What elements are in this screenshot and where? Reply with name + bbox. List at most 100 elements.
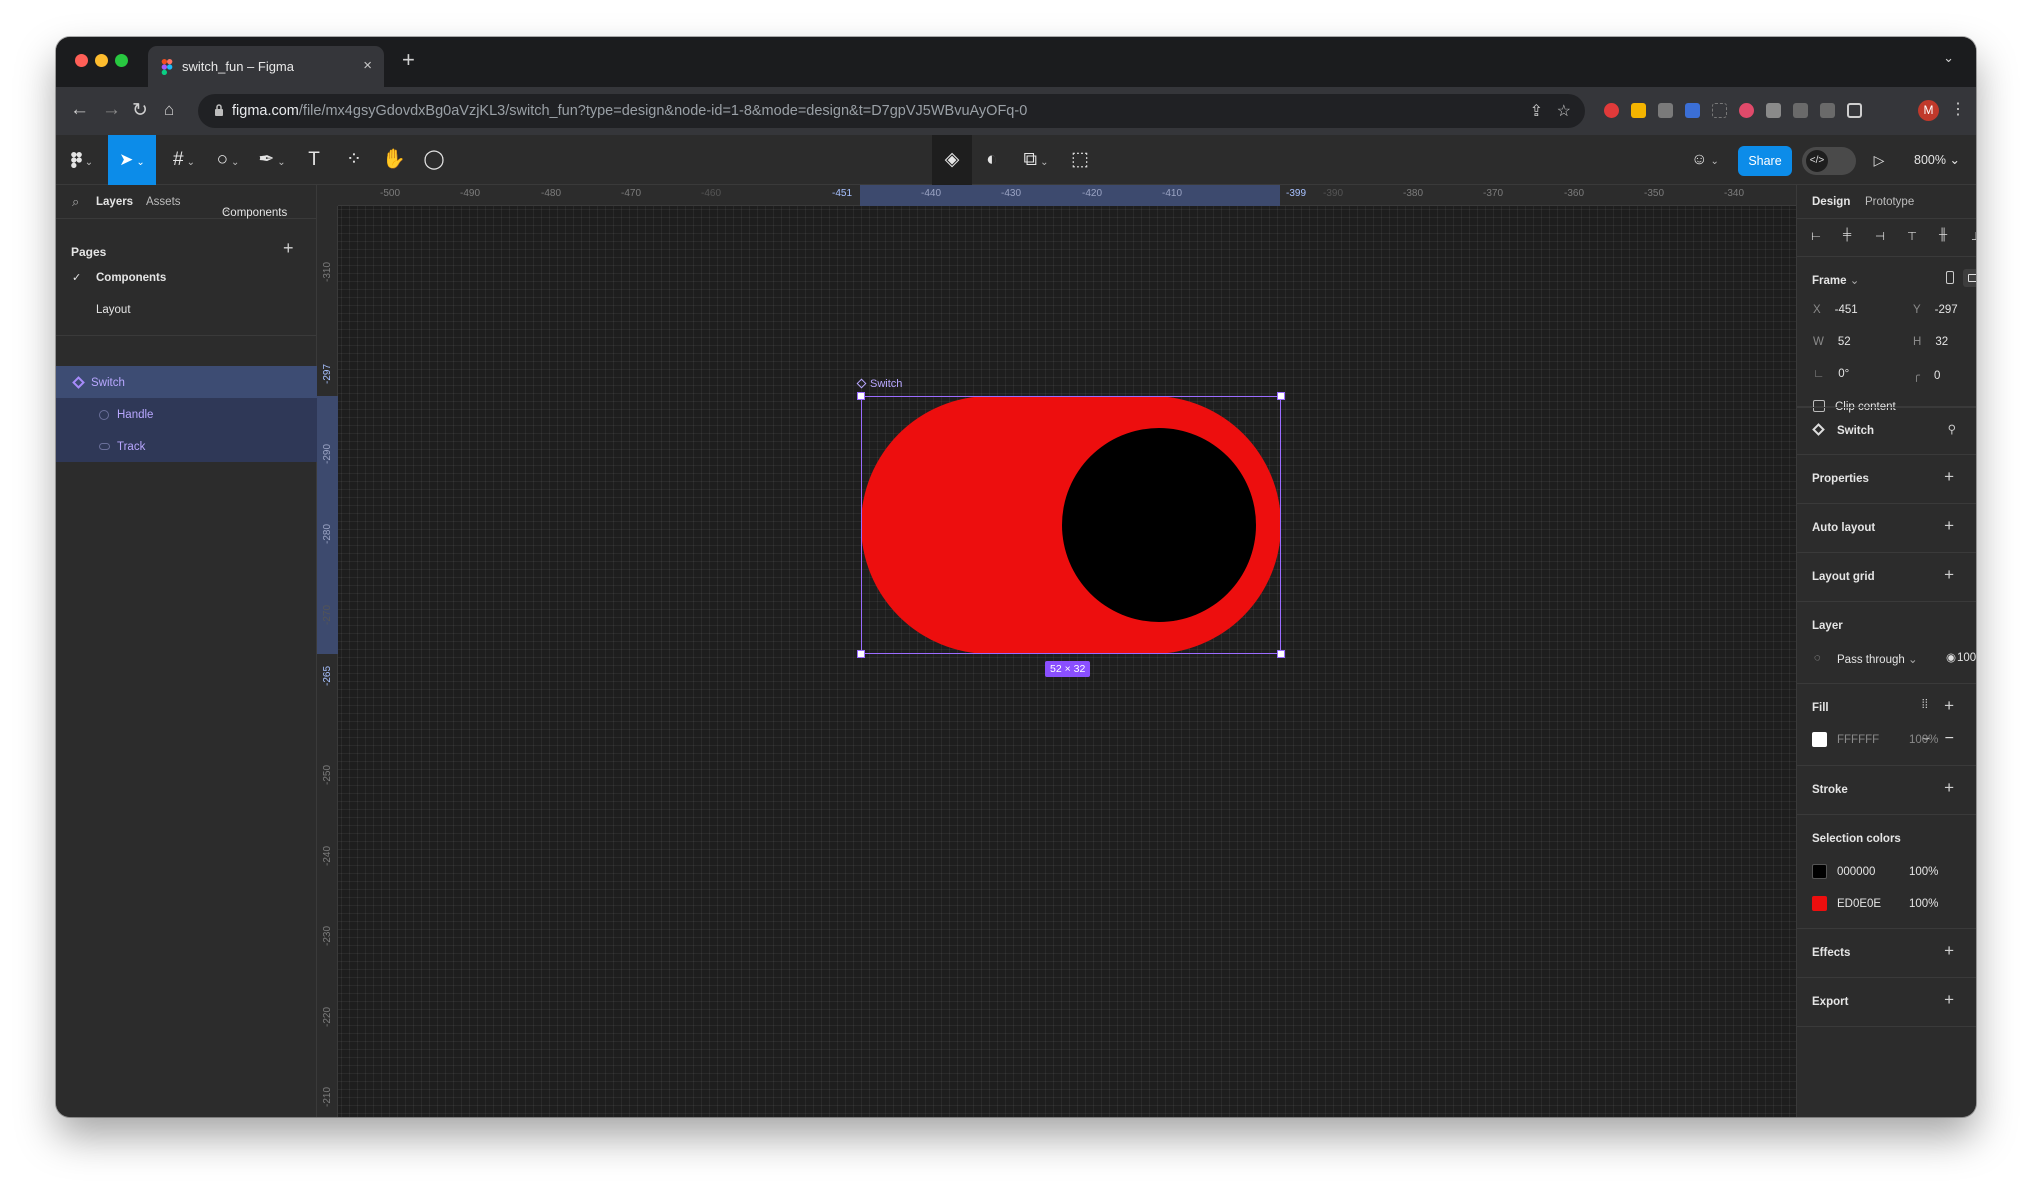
close-tab-icon[interactable]: ×: [363, 57, 372, 74]
tab-assets[interactable]: Assets: [146, 196, 181, 208]
home-icon[interactable]: ⌂: [164, 100, 174, 120]
boolean-button[interactable]: ⧉ ⌄: [1016, 135, 1056, 185]
add-property-icon[interactable]: +: [1944, 467, 1954, 487]
h-field[interactable]: H 32: [1913, 336, 1948, 348]
frame-tool-button[interactable]: # ⌄: [164, 135, 204, 185]
url-field[interactable]: figma.com/file/mx4gsyGdovdxBg0aVzjKL3/sw…: [198, 94, 1585, 128]
rotation-field[interactable]: ∟ 0°: [1813, 368, 1849, 380]
extension-badge-icon[interactable]: [1739, 103, 1754, 118]
layer-row-track[interactable]: Track: [56, 430, 317, 462]
add-stroke-icon[interactable]: +: [1944, 778, 1954, 798]
blend-mode-dropdown[interactable]: Pass through ⌄: [1837, 652, 1918, 666]
reading-list-icon[interactable]: [1793, 103, 1808, 118]
layer-row-handle[interactable]: Handle: [56, 398, 317, 430]
align-center-h-icon[interactable]: ╪: [1843, 229, 1851, 241]
maximize-window-button[interactable]: [115, 54, 128, 67]
x-field[interactable]: X -451: [1813, 304, 1858, 316]
resize-handle-top-right[interactable]: [1277, 392, 1285, 400]
present-button[interactable]: ▷: [1872, 135, 1886, 185]
add-auto-layout-icon[interactable]: +: [1944, 516, 1954, 536]
selection-color-swatch[interactable]: [1812, 896, 1827, 911]
zoom-dropdown[interactable]: 800% ⌄: [1914, 135, 1960, 185]
extension-camera-icon[interactable]: [1658, 103, 1673, 118]
fill-hex[interactable]: FFFFFF: [1837, 734, 1879, 746]
page-components[interactable]: ✓ Components: [56, 262, 316, 294]
w-field[interactable]: W 52: [1813, 336, 1851, 348]
mask-button[interactable]: ◐: [976, 135, 1008, 185]
multiplayer-avatar[interactable]: ☺ ⌄: [1682, 135, 1728, 185]
page-layout[interactable]: Layout: [56, 294, 316, 326]
add-layout-grid-icon[interactable]: +: [1944, 565, 1954, 585]
extension-red-icon[interactable]: [1604, 103, 1619, 118]
main-menu-button[interactable]: ⌄: [64, 135, 100, 185]
align-left-icon[interactable]: ⊢: [1811, 229, 1821, 243]
component-settings-icon[interactable]: ⚲: [1948, 422, 1956, 436]
fill-swatch[interactable]: [1812, 732, 1827, 747]
extension-blue-icon[interactable]: [1685, 103, 1700, 118]
hand-tool-button[interactable]: ✋: [378, 135, 410, 185]
crop-button[interactable]: ⬚: [1064, 135, 1096, 185]
frame-label[interactable]: Switch: [856, 378, 902, 390]
pen-tool-button[interactable]: ✒ ⌄: [252, 135, 292, 185]
selection-color-hex[interactable]: ED0E0E: [1837, 898, 1881, 910]
layer-row-switch[interactable]: Switch: [56, 366, 317, 398]
selection-color-opacity[interactable]: 100%: [1909, 866, 1938, 878]
download-icon[interactable]: [1820, 103, 1835, 118]
tab-design[interactable]: Design: [1812, 196, 1850, 208]
extension-dashed-icon[interactable]: [1712, 103, 1727, 118]
hidden-fill-icon[interactable]: ⌣: [1922, 732, 1930, 745]
move-tool-button[interactable]: ➤ ⌄: [108, 135, 156, 185]
resize-handle-bottom-left[interactable]: [857, 650, 865, 658]
dev-mode-toggle[interactable]: </>: [1802, 147, 1856, 175]
add-fill-icon[interactable]: +: [1944, 696, 1954, 716]
text-tool-button[interactable]: T: [298, 135, 330, 185]
reload-icon[interactable]: ↻: [132, 99, 148, 122]
add-effect-icon[interactable]: +: [1944, 941, 1954, 961]
add-page-icon[interactable]: +: [283, 238, 294, 259]
bookmark-star-icon[interactable]: ☆: [1557, 101, 1571, 121]
share-page-icon[interactable]: ⇪: [1530, 101, 1543, 121]
extensions-puzzle-icon[interactable]: [1766, 103, 1781, 118]
minimize-window-button[interactable]: [95, 54, 108, 67]
remove-fill-icon[interactable]: −: [1945, 730, 1954, 748]
align-center-v-icon[interactable]: ╫: [1939, 229, 1947, 241]
selection-box: [861, 396, 1281, 654]
browser-menu-icon[interactable]: ⋮: [1950, 99, 1966, 119]
edit-component-button[interactable]: ◈: [932, 135, 972, 185]
selection-color-opacity[interactable]: 100%: [1909, 898, 1938, 910]
resize-handle-top-left[interactable]: [857, 392, 865, 400]
tab-search-chevron-icon[interactable]: ⌄: [1943, 50, 1954, 66]
ruler-tick-selection-end: -265: [322, 665, 333, 686]
resources-tool-button[interactable]: ⁘: [338, 135, 370, 185]
close-window-button[interactable]: [75, 54, 88, 67]
resize-handle-bottom-right[interactable]: [1277, 650, 1285, 658]
align-top-icon[interactable]: ⊤: [1907, 229, 1917, 243]
shape-tool-button[interactable]: ○ ⌄: [208, 135, 248, 185]
design-canvas[interactable]: -500 -490 -480 -470 -460 -451 -440 -430 …: [317, 185, 1796, 1117]
visibility-eye-icon[interactable]: ◉: [1946, 650, 1956, 664]
radius-field[interactable]: ╭ 0: [1913, 368, 1940, 382]
y-field[interactable]: Y -297: [1913, 304, 1958, 316]
tab-layers[interactable]: Layers: [96, 196, 133, 208]
side-panel-icon[interactable]: [1847, 103, 1862, 118]
fill-styles-icon[interactable]: ⁞⁞: [1922, 699, 1928, 711]
align-bottom-icon[interactable]: ⊥: [1971, 229, 1976, 243]
browser-tab[interactable]: switch_fun – Figma ×: [148, 46, 384, 87]
back-icon[interactable]: ←: [70, 99, 89, 121]
selection-color-hex[interactable]: 000000: [1837, 866, 1875, 878]
profile-avatar[interactable]: M: [1918, 100, 1939, 121]
frame-heading[interactable]: Frame ⌄: [1812, 273, 1859, 287]
alignment-section: ⊢ ╪ ⊣ ⊤ ╫ ⊥ ☰: [1797, 219, 1976, 257]
extension-yellow-icon[interactable]: [1631, 103, 1646, 118]
portrait-icon[interactable]: [1946, 271, 1954, 284]
layer-opacity[interactable]: 100%: [1957, 652, 1976, 664]
comment-tool-button[interactable]: ◯: [418, 135, 450, 185]
align-right-icon[interactable]: ⊣: [1875, 229, 1885, 243]
share-button[interactable]: Share: [1738, 146, 1792, 176]
new-tab-button[interactable]: +: [402, 47, 415, 73]
tab-prototype[interactable]: Prototype: [1865, 196, 1914, 208]
forward-icon[interactable]: →: [102, 99, 121, 121]
selection-color-swatch[interactable]: [1812, 864, 1827, 879]
search-icon[interactable]: ⌕: [72, 194, 79, 210]
add-export-icon[interactable]: +: [1944, 990, 1954, 1010]
